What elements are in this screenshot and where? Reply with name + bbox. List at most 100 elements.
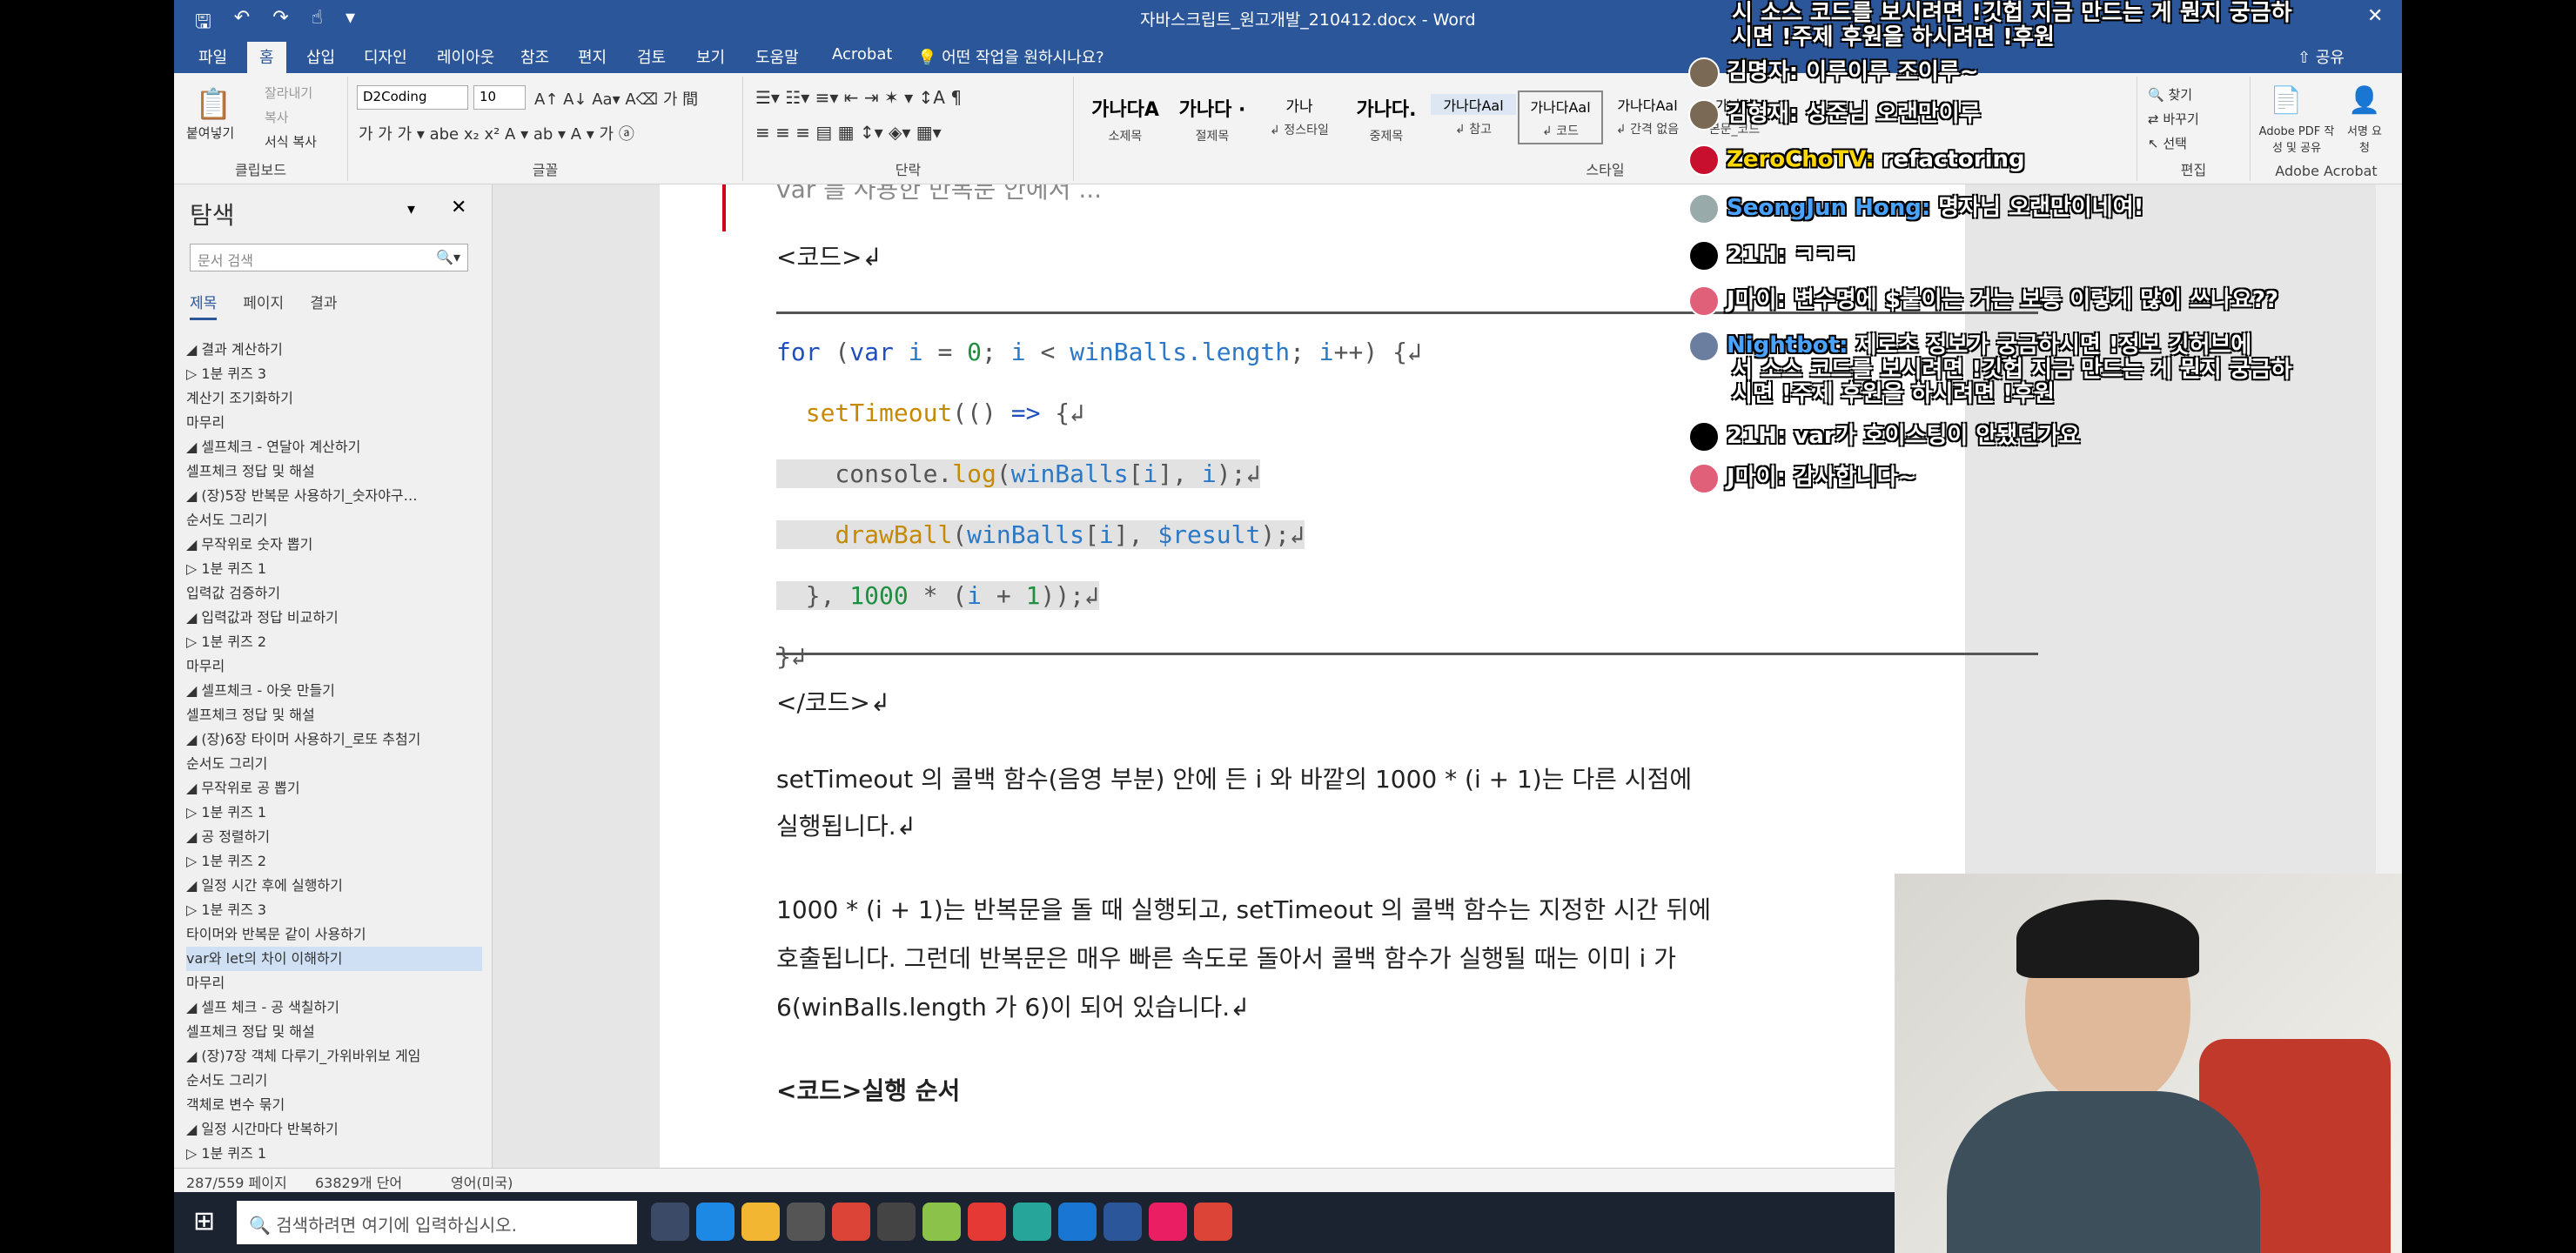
app-icon[interactable] [1013,1203,1051,1241]
touch-mode-icon[interactable]: ☝ [312,7,323,40]
tab-results[interactable]: 결과 [310,291,337,320]
nav-heading-item[interactable]: 마무리 [186,654,482,679]
close-icon[interactable]: ✕ [451,197,466,218]
style-item[interactable]: 가나다Aal ↲ 간격 없음 [1605,90,1690,144]
search-icon[interactable]: 🔍▾ [436,249,460,265]
list-icons[interactable]: ☰▾ ☷▾ ≡▾ ⇤ ⇥ ✶ ▾ ↕A ¶ [755,87,962,108]
nav-heading-item[interactable]: ◢ 결과 계산하기 [186,338,482,362]
nav-heading-item[interactable]: ◢ (장)7장 객체 다루기_가위바위보 게임 [186,1044,482,1069]
nav-heading-item[interactable]: ◢ (장)5장 반복문 사용하기_숫자야구… [186,484,482,508]
nav-heading-item[interactable]: 순서도 그리기 [186,508,482,533]
align-icons[interactable]: ≡ ≡ ≡ ▤ ▦ ↕▾ ◈▾ ▦▾ [755,122,942,143]
nav-heading-item[interactable]: ◢ 셀프체크 - 아웃 만들기 [186,679,482,703]
tab-home[interactable]: 홈 [247,42,286,75]
windows-start-icon[interactable]: ⊞ [193,1206,215,1236]
cut-button[interactable]: 잘라내기 [265,84,312,102]
nav-heading-item[interactable]: ▷ 1분 퀴즈 2 [186,849,482,874]
format-painter-button[interactable]: 서식 복사 [265,132,317,151]
tab-review[interactable]: 검토 [634,45,669,68]
nav-heading-item[interactable]: ▷ 1분 퀴즈 1 [186,801,482,825]
word-window: 🖫 ↶ ↷ ☝ ▾ 자바스크립트_원고개발_210412.docx - Word… [174,0,2402,1253]
style-item[interactable]: 가나다 · 절제목 [1170,90,1255,144]
tab-file[interactable]: 파일 [195,45,231,68]
chat-message: J마이: 변수명에 $붙이는 거는 보통 이렇게 많이 쓰나요?? [1688,282,2278,317]
letterbox-right [2402,0,2576,1253]
nav-heading-item[interactable]: 마무리 [186,971,482,995]
nav-heading-item[interactable]: ▷ 1분 퀴즈 1 [186,557,482,581]
nav-heading-item[interactable]: ◢ 일정 시간마다 반복하기 [186,1117,482,1142]
nav-heading-item[interactable]: ◢ 셀프체크 - 연달아 계산하기 [186,435,482,459]
nav-heading-item[interactable]: ◢ 무작위로 숫자 뽑기 [186,533,482,557]
obs-icon[interactable] [877,1203,916,1241]
app-icon[interactable] [922,1203,961,1241]
word-count[interactable]: 63829개 단어 [315,1171,402,1192]
nav-heading-item[interactable]: ◢ 무작위로 공 뽑기 [186,776,482,801]
nav-heading-item[interactable]: ▷ 1분 퀴즈 3 [186,898,482,922]
vscode-icon[interactable] [1058,1203,1097,1241]
taskbar-search-box[interactable]: 🔍 검색하려면 여기에 입력하십시오. [237,1201,637,1244]
tab-pages[interactable]: 페이지 [243,291,284,320]
store-icon[interactable] [787,1203,825,1241]
undo-icon[interactable]: ↶ [234,7,250,40]
tab-mailings[interactable]: 편지 [574,45,610,68]
paste-icon[interactable]: 📋 [195,87,231,122]
font-style-icons[interactable]: 가 가 가 ▾ abe x₂ x² A ▾ ab ▾ A ▾ 가 ⓐ [359,122,634,144]
nav-heading-item[interactable]: ◢ 일정 시간 후에 실행하기 [186,874,482,898]
save-icon[interactable]: 🖫 [195,7,211,40]
nav-heading-item[interactable]: 순서도 그리기 [186,752,482,776]
nav-heading-item[interactable]: ◢ 공 정렬하기 [186,825,482,849]
nav-heading-item[interactable]: 객체로 변수 묶기 [186,1093,482,1117]
page-count[interactable]: 287/559 페이지 [186,1171,287,1192]
nav-heading-item[interactable]: ▷ 1분 퀴즈 3 [186,362,482,386]
nav-heading-item[interactable]: 셀프체크 정답 및 해설 [186,1020,482,1044]
nav-heading-item[interactable]: 입력값 검증하기 [186,581,482,606]
chat-message: SeongJun Hong: 명자님 오랜만이네여! [1688,190,2143,224]
nav-heading-item[interactable]: ▷ 1분 퀴즈 1 [186,1142,482,1166]
nav-heading-item[interactable]: 타이머와 반복문 같이 사용하기 [186,922,482,947]
nav-heading-item[interactable]: 순서도 그리기 [186,1069,482,1093]
copy-button[interactable]: 복사 [265,108,289,126]
tell-me-search[interactable]: 💡 어떤 작업을 원하시나요? [914,45,1108,68]
code-token: for [776,338,821,366]
font-size-up-icon[interactable]: A↑ A↓ Aa▾ A⌫ 가 間 [534,87,698,110]
tab-headings[interactable]: 제목 [190,291,218,320]
font-size-select[interactable]: 10 [473,85,526,110]
chat-text: 변수명에 $붙이는 거는 보통 이렇게 많이 쓰나요?? [1793,287,2279,313]
chrome-icon[interactable] [832,1203,870,1241]
style-item[interactable]: 가나 ↲ 정스타일 [1257,90,1342,144]
tab-view[interactable]: 보기 [693,45,728,68]
tab-help[interactable]: 도움말 [752,45,802,68]
tab-layout[interactable]: 레이아웃 [433,45,498,68]
opera-icon[interactable] [968,1203,1006,1241]
style-item[interactable]: 가나다. 중제목 [1344,90,1429,144]
nav-heading-item[interactable]: var와 let의 차이 이해하기 [186,947,482,971]
paste-button[interactable]: 붙여넣기 [186,124,234,142]
nav-heading-item[interactable]: ▷ 1분 퀴즈 2 [186,630,482,654]
nav-options-icon[interactable]: ▾ [407,200,415,218]
nav-heading-item[interactable]: ◢ (장)6장 타이머 사용하기_로또 추첨기 [186,727,482,752]
tab-design[interactable]: 디자인 [360,45,411,68]
word-icon[interactable] [1104,1203,1142,1241]
nav-heading-item[interactable]: 셀프체크 정답 및 해설 [186,459,482,484]
nav-heading-item[interactable]: ◢ 입력값과 정답 비교하기 [186,606,482,630]
tab-acrobat[interactable]: Acrobat [828,45,896,64]
file-explorer-icon[interactable] [741,1203,780,1241]
customize-qat-icon[interactable]: ▾ [345,7,355,40]
style-item[interactable]: 가나다Aal ↲ 참고 [1431,90,1516,144]
language-status[interactable]: 영어(미국) [451,1171,513,1192]
app-icon[interactable] [1149,1203,1187,1241]
task-view-icon[interactable] [651,1203,689,1241]
tab-insert[interactable]: 삽입 [303,45,339,68]
nav-heading-item[interactable]: ◢ 셀프 체크 - 공 색칠하기 [186,995,482,1020]
redo-icon[interactable]: ↷ [272,7,288,40]
nav-search-input[interactable]: 문서 검색 🔍▾ [190,244,468,271]
style-item-selected[interactable]: 가나다Aal ↲ 코드 [1518,90,1603,144]
nav-heading-item[interactable]: 계산기 조기화하기 [186,386,482,411]
nav-heading-item[interactable]: 셀프체크 정답 및 해설 [186,703,482,727]
tab-references[interactable]: 참조 [517,45,553,68]
nav-heading-item[interactable]: 마무리 [186,411,482,435]
style-item[interactable]: 가나다A 소제목 [1083,90,1168,144]
font-name-select[interactable]: D2Coding [357,85,468,110]
chrome-icon[interactable] [1194,1203,1232,1241]
edge-icon[interactable] [696,1203,735,1241]
